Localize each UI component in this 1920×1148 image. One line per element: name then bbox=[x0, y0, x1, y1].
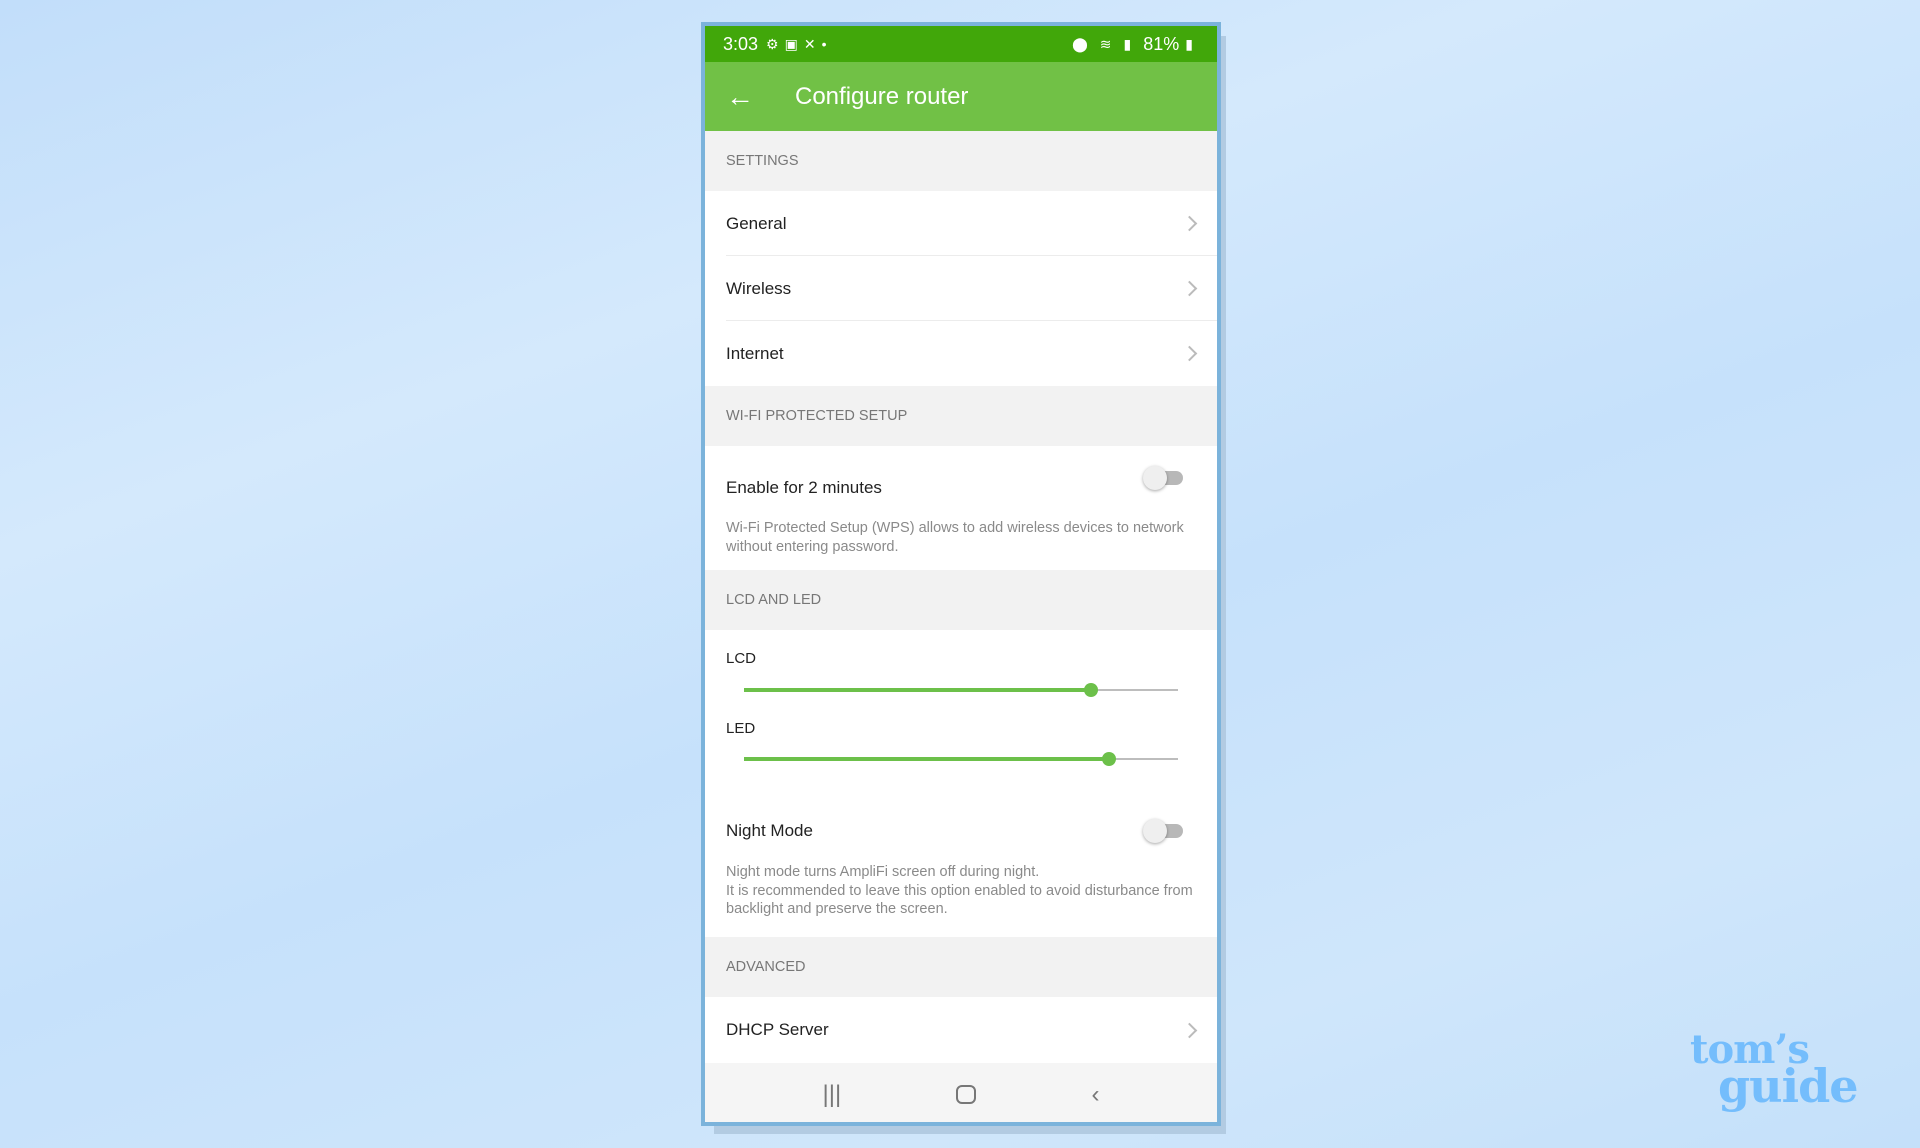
night-description-line: Night mode turns AmpliFi screen off duri… bbox=[726, 864, 1040, 880]
night-mode-label: Night Mode bbox=[726, 821, 813, 840]
led-label: LED bbox=[726, 720, 756, 737]
missed-call-icon: ✕ bbox=[803, 35, 816, 52]
night-mode-toggle[interactable] bbox=[1143, 819, 1183, 843]
night-mode-description: Night mode turns AmpliFi screen off duri… bbox=[726, 863, 1196, 919]
item-label: Wireless bbox=[726, 278, 792, 298]
phone-frame: 3:03 ⚙ ▣ ✕ • ⬤ ≋ ▮ 81% ▮ ← Configure rou… bbox=[701, 22, 1221, 1126]
led-slider[interactable] bbox=[744, 749, 1178, 769]
page-title: Configure router bbox=[795, 82, 969, 110]
section-header-lcd-led: LCD AND LED bbox=[705, 570, 1217, 630]
location-icon: ⬤ bbox=[1072, 35, 1088, 52]
wps-toggle[interactable] bbox=[1143, 466, 1183, 490]
settings-item-wireless[interactable]: Wireless bbox=[705, 256, 1217, 321]
section-header-advanced: ADVANCED bbox=[705, 937, 1217, 997]
wps-toggle-label: Enable for 2 minutes bbox=[726, 478, 882, 497]
advanced-item-dhcp-server[interactable]: DHCP Server bbox=[705, 997, 1217, 1063]
wifi-icon: ≋ bbox=[1099, 35, 1112, 52]
toms-guide-logo: tom’s guide bbox=[1690, 1030, 1859, 1113]
settings-item-internet[interactable]: Internet bbox=[705, 321, 1217, 386]
status-time: 3:03 bbox=[723, 33, 759, 54]
recents-icon[interactable]: ||| bbox=[823, 1081, 842, 1109]
back-icon[interactable]: ‹ bbox=[1091, 1081, 1099, 1109]
chevron-right-icon bbox=[1181, 280, 1198, 297]
status-bar: 3:03 ⚙ ▣ ✕ • ⬤ ≋ ▮ 81% ▮ bbox=[705, 26, 1217, 62]
signal-icon: ▮ bbox=[1123, 35, 1132, 52]
night-description-line: It is recommended to leave this option e… bbox=[726, 882, 1193, 918]
chevron-right-icon bbox=[1181, 345, 1198, 362]
gear-icon: ⚙ bbox=[766, 35, 779, 52]
section-header-settings: SETTINGS bbox=[705, 131, 1217, 191]
dot-icon: • bbox=[821, 36, 827, 52]
voicemail-icon: ▣ bbox=[784, 35, 798, 52]
chevron-right-icon bbox=[1181, 1022, 1198, 1038]
home-icon[interactable] bbox=[956, 1085, 977, 1104]
app-bar: ← Configure router bbox=[705, 62, 1217, 131]
section-header-wps: WI-FI PROTECTED SETUP bbox=[705, 386, 1217, 446]
wps-description: Wi-Fi Protected Setup (WPS) allows to ad… bbox=[726, 520, 1184, 555]
slider-thumb[interactable] bbox=[1101, 752, 1116, 766]
arrow-left-icon[interactable]: ← bbox=[705, 81, 775, 113]
battery-percent: 81% bbox=[1143, 33, 1180, 54]
screen: 3:03 ⚙ ▣ ✕ • ⬤ ≋ ▮ 81% ▮ ← Configure rou… bbox=[705, 26, 1217, 1122]
system-nav-bar: ||| ‹ bbox=[705, 1063, 1217, 1122]
lcd-label: LCD bbox=[726, 650, 757, 667]
settings-item-general[interactable]: General bbox=[705, 191, 1217, 256]
item-label: Internet bbox=[726, 343, 784, 363]
lcd-slider[interactable] bbox=[744, 680, 1178, 700]
logo-line: guide bbox=[1718, 1059, 1859, 1113]
slider-thumb[interactable] bbox=[1084, 683, 1099, 697]
chevron-right-icon bbox=[1181, 215, 1198, 232]
item-label: DHCP Server bbox=[726, 1020, 829, 1039]
battery-icon: ▮ bbox=[1185, 35, 1193, 52]
item-label: General bbox=[726, 213, 787, 233]
